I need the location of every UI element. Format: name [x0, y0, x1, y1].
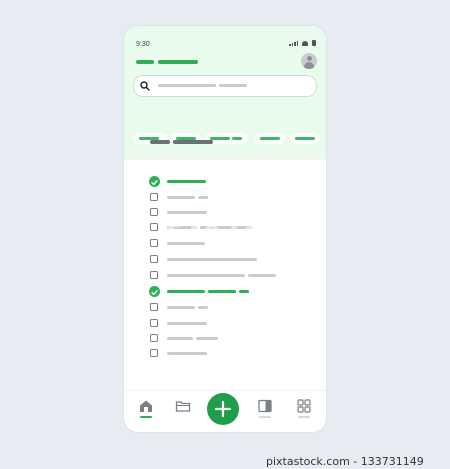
checkbox[interactable] — [150, 255, 158, 263]
checkbox[interactable] — [150, 319, 158, 327]
bottom-navigation — [124, 390, 326, 432]
nav-folder[interactable] — [175, 399, 191, 419]
checkbox[interactable] — [150, 193, 158, 201]
grid-icon — [297, 399, 311, 413]
list-item-text — [167, 290, 205, 293]
list-item-text — [198, 306, 208, 309]
nav-panels[interactable] — [257, 399, 273, 419]
filter-chip[interactable] — [255, 133, 285, 144]
list-item-text — [167, 352, 207, 355]
list-item-text — [239, 290, 249, 293]
section-title-part — [173, 140, 213, 144]
section-title-part — [150, 140, 170, 144]
search-placeholder-part — [219, 84, 247, 87]
checkbox[interactable] — [150, 208, 158, 216]
list-item-text — [167, 306, 195, 309]
checkbox[interactable] — [150, 303, 158, 311]
checkbox[interactable] — [150, 271, 158, 279]
check-icon — [151, 180, 158, 186]
list-item-text — [167, 274, 245, 277]
list-item-text — [167, 337, 193, 340]
app-title-part — [158, 60, 198, 64]
checkbox[interactable] — [150, 334, 158, 342]
list-item-text — [167, 196, 195, 199]
nav-home[interactable] — [138, 399, 154, 419]
search-input[interactable] — [133, 75, 317, 97]
checkbox[interactable] — [150, 239, 158, 247]
list-item-text — [208, 290, 236, 293]
checkbox[interactable] — [150, 349, 158, 357]
list-item-text — [167, 258, 257, 261]
search-placeholder-part — [158, 84, 216, 87]
nav-grid[interactable] — [296, 399, 312, 419]
checkbox-checked[interactable] — [149, 286, 160, 297]
list-item-text — [167, 180, 206, 183]
list-item-text — [167, 242, 205, 245]
active-indicator — [140, 416, 152, 418]
list-item-text — [167, 322, 207, 325]
check-icon — [151, 290, 158, 296]
status-time: 9:30 — [136, 41, 150, 48]
phone-screen: 9:30 — [124, 26, 326, 432]
list-item-text — [196, 337, 218, 340]
avatar[interactable] — [301, 53, 317, 69]
battery-icon — [312, 40, 316, 46]
add-button[interactable] — [207, 393, 239, 425]
folder-icon — [175, 401, 191, 412]
checkbox[interactable] — [150, 223, 158, 231]
list-item-text — [167, 211, 207, 214]
sidebar-layout-icon — [258, 399, 272, 413]
app-title-part — [136, 60, 154, 64]
checkbox-checked[interactable] — [149, 176, 160, 187]
list-item-text — [198, 196, 208, 199]
filter-chip[interactable] — [290, 133, 320, 144]
wifi-icon — [302, 41, 308, 46]
search-icon — [140, 81, 150, 91]
image-credit: pixtastock.com - 133731149 — [266, 455, 424, 468]
status-icons — [289, 40, 316, 46]
divider — [124, 154, 326, 160]
add-icon — [214, 400, 232, 418]
list-item-text — [248, 274, 276, 277]
app-header: 9:30 — [124, 26, 326, 156]
list-item-text — [167, 226, 197, 229]
list-item-text — [200, 226, 252, 229]
home-icon — [140, 400, 152, 412]
signal-icon — [289, 41, 298, 46]
